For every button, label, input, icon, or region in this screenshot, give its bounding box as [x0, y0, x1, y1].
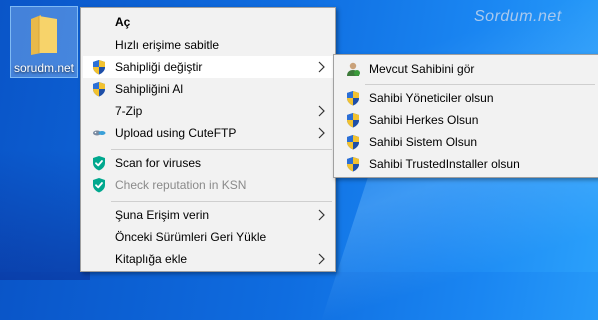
folder-icon: [31, 15, 57, 55]
desktop-folder-item[interactable]: sorudm.net: [10, 6, 78, 78]
chevron-right-icon: [318, 105, 325, 117]
submenu-item-view-owner[interactable]: Mevcut Sahibini gör: [336, 58, 596, 80]
context-menu: Aç Hızlı erişime sabitle Sahipliği değiş…: [80, 7, 336, 272]
menu-separator: [111, 201, 332, 202]
uac-shield-icon: [345, 156, 361, 172]
submenu-item-owner-trustedinstaller[interactable]: Sahibi TrustedInstaller olsun: [336, 153, 596, 175]
submenu-item-owner-admins[interactable]: Sahibi Yöneticiler olsun: [336, 87, 596, 109]
menu-item-7zip[interactable]: 7-Zip: [83, 100, 333, 122]
desktop-icon-label: sorudm.net: [13, 61, 75, 75]
kaspersky-shield-icon: [91, 177, 107, 193]
chevron-right-icon: [318, 61, 325, 73]
menu-item-upload-cuteftp[interactable]: Upload using CuteFTP: [83, 122, 333, 144]
ownership-submenu: Mevcut Sahibini gör Sahibi Yöneticiler o…: [333, 54, 598, 178]
menu-separator: [111, 149, 332, 150]
uac-shield-icon: [345, 134, 361, 150]
menu-item-change-ownership[interactable]: Sahipliği değiştir: [83, 56, 333, 78]
kaspersky-shield-icon: [91, 155, 107, 171]
menu-item-give-access[interactable]: Şuna Erişim verin: [83, 204, 333, 226]
submenu-item-owner-system[interactable]: Sahibi Sistem Olsun: [336, 131, 596, 153]
wallpaper-shade: [0, 150, 90, 280]
menu-item-pin-quick-access[interactable]: Hızlı erişime sabitle: [83, 34, 333, 56]
uac-shield-icon: [345, 112, 361, 128]
watermark: Sordum.net: [474, 8, 562, 25]
chevron-right-icon: [318, 127, 325, 139]
menu-item-restore-previous[interactable]: Önceki Sürümleri Geri Yükle: [83, 226, 333, 248]
menu-item-check-reputation[interactable]: Check reputation in KSN: [83, 174, 333, 196]
user-icon: [347, 62, 360, 76]
menu-item-add-library[interactable]: Kitaplığa ekle: [83, 248, 333, 270]
uac-shield-icon: [345, 90, 361, 106]
uac-shield-icon: [91, 81, 107, 97]
chevron-right-icon: [318, 209, 325, 221]
menu-separator: [365, 84, 595, 85]
menu-item-take-ownership[interactable]: Sahipliğini Al: [83, 78, 333, 100]
submenu-item-owner-everyone[interactable]: Sahibi Herkes Olsun: [336, 109, 596, 131]
chevron-right-icon: [318, 253, 325, 265]
cuteftp-icon: [93, 130, 106, 136]
menu-item-scan-viruses[interactable]: Scan for viruses: [83, 152, 333, 174]
uac-shield-icon: [91, 59, 107, 75]
menu-item-open[interactable]: Aç: [83, 11, 333, 33]
